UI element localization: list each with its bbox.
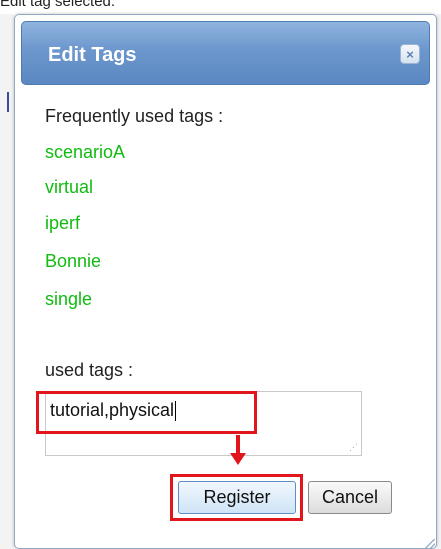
used-tags-label: used tags : xyxy=(45,360,134,380)
cancel-button[interactable]: Cancel xyxy=(308,481,392,514)
frequent-tag-link[interactable]: iperf xyxy=(45,213,80,234)
dialog-resize-grip[interactable] xyxy=(425,539,435,548)
resize-grip-icon[interactable]: ⋰ xyxy=(349,442,358,453)
frequent-tag-link[interactable]: single xyxy=(45,289,92,310)
dialog-titlebar[interactable]: Edit Tags × xyxy=(21,21,430,85)
frequent-tag-link[interactable]: scenarioA xyxy=(45,142,125,163)
background-text: Edit tag selected. xyxy=(0,0,116,10)
background-right-edge xyxy=(437,14,441,549)
background-left-edge xyxy=(0,14,14,549)
frequent-tag-link[interactable]: virtual xyxy=(45,177,93,198)
down-arrow-head xyxy=(230,453,246,465)
edit-tags-dialog: Edit Tags × Frequently used tags : scena… xyxy=(14,14,437,549)
down-arrow-annotation xyxy=(236,435,240,455)
close-icon: × xyxy=(406,46,414,62)
background-window: Edit tag selected. xyxy=(0,0,441,14)
background-marker xyxy=(7,92,9,112)
register-button[interactable]: Register xyxy=(178,481,296,514)
close-button[interactable]: × xyxy=(400,44,420,64)
frequent-tags-label: Frequently used tags : xyxy=(45,106,224,126)
input-highlight-box xyxy=(36,391,257,434)
frequent-tag-link[interactable]: Bonnie xyxy=(45,251,101,272)
dialog-title: Edit Tags xyxy=(48,44,137,66)
